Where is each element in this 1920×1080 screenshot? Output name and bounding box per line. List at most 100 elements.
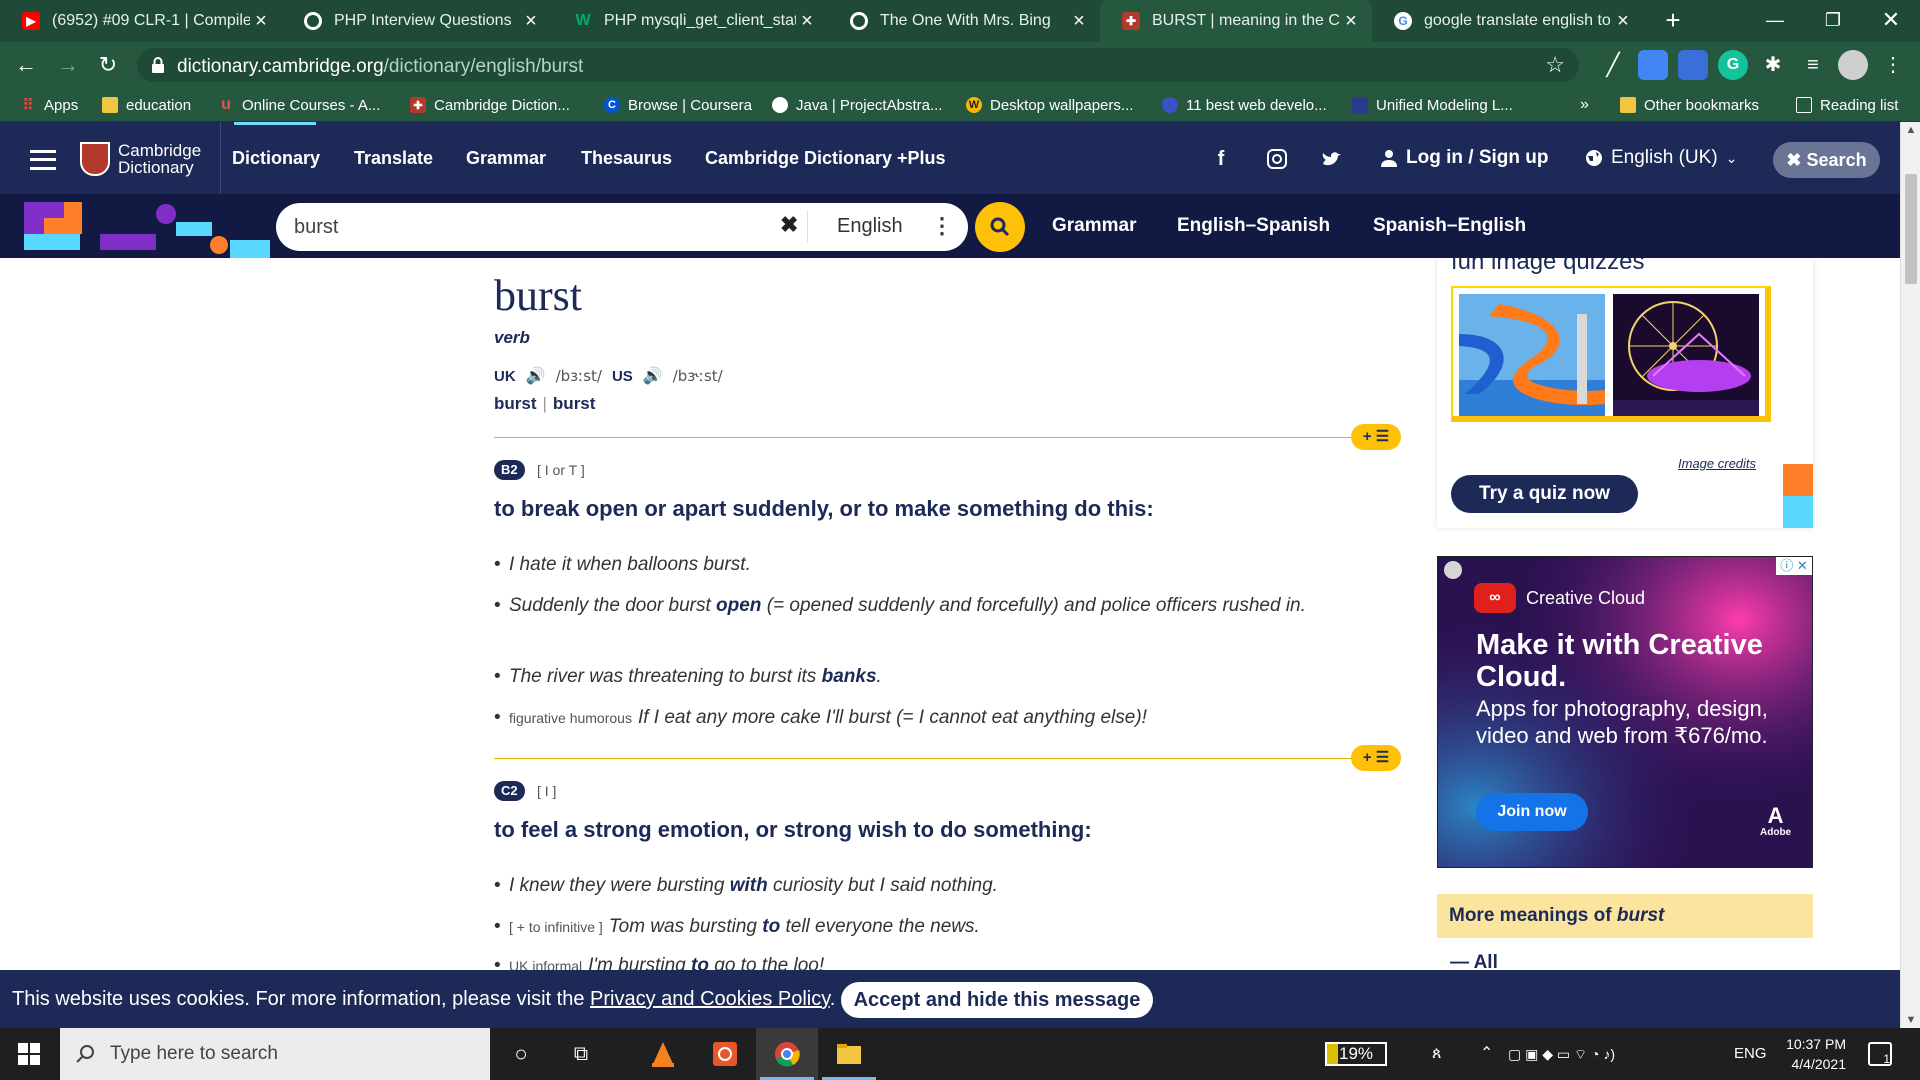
tab-cambridge-burst[interactable]: ✚ BURST | meaning in the Cam ×	[1100, 0, 1372, 42]
forward-button[interactable]: →	[52, 49, 84, 81]
quiz-images[interactable]	[1451, 286, 1771, 422]
media-control-icon[interactable]: ≡	[1798, 50, 1828, 80]
search-input[interactable]	[294, 209, 774, 245]
reload-button[interactable]: ↻	[92, 49, 124, 81]
bookmark-education[interactable]: education	[102, 88, 191, 122]
login-signup-link[interactable]: Log in / Sign up	[1380, 122, 1548, 194]
privacy-policy-link[interactable]: Privacy and Cookies Policy	[590, 988, 830, 1010]
close-tab-icon[interactable]: ×	[1612, 10, 1634, 33]
accept-cookies-button[interactable]: Accept and hide this message	[841, 982, 1153, 1018]
bookmark-wallpapers[interactable]: W Desktop wallpapers...	[966, 88, 1133, 122]
page-scrollbar[interactable]: ▲ ▼	[1900, 122, 1920, 1028]
chrome-taskbar-icon[interactable]	[756, 1028, 818, 1080]
codeblocks-icon[interactable]	[694, 1028, 756, 1080]
close-tab-icon[interactable]: ×	[1068, 10, 1090, 33]
try-quiz-button[interactable]: Try a quiz now	[1451, 475, 1638, 513]
people-icon[interactable]: ጰ	[1432, 1028, 1442, 1080]
dictionary-selector[interactable]: English	[837, 215, 903, 238]
us-audio-speaker-icon[interactable]: 🔊	[643, 366, 663, 386]
ad-choices-icon[interactable]	[1444, 561, 1462, 579]
scrollbar-thumb[interactable]	[1905, 174, 1917, 284]
nav-dictionary[interactable]: Dictionary	[232, 122, 320, 194]
globe-icon	[1162, 97, 1178, 113]
vlc-icon[interactable]	[632, 1028, 694, 1080]
extension-calendar-icon[interactable]	[1678, 50, 1708, 80]
taskbar-clock[interactable]: 10:37 PM 4/4/2021	[1776, 1034, 1846, 1074]
tab-php-interview[interactable]: PHP Interview Questions ×	[282, 0, 552, 42]
tab-google-translate[interactable]: G google translate english to g ×	[1372, 0, 1644, 42]
nav-thesaurus[interactable]: Thesaurus	[581, 122, 672, 194]
tab-w3schools[interactable]: W PHP mysqli_get_client_stats() ×	[552, 0, 828, 42]
nav-translate[interactable]: Translate	[354, 122, 433, 194]
input-language[interactable]: ENG	[1734, 1028, 1767, 1080]
link-english-spanish[interactable]: English–Spanish	[1177, 194, 1330, 258]
reading-list[interactable]: Reading list	[1796, 88, 1898, 122]
uk-audio-speaker-icon[interactable]: 🔊	[526, 366, 546, 386]
back-button[interactable]: ←	[10, 49, 42, 81]
hamburger-menu-icon[interactable]	[30, 150, 56, 170]
minimize-button[interactable]: —	[1746, 0, 1804, 42]
bookmark-coursera[interactable]: C Browse | Coursera	[604, 88, 752, 122]
ad-join-button[interactable]: Join now	[1476, 793, 1588, 831]
close-tab-icon[interactable]: ×	[1340, 10, 1362, 33]
add-to-wordlist-button[interactable]: + ☰	[1351, 424, 1401, 450]
language-selector[interactable]: English (UK) ⌄	[1585, 122, 1737, 194]
facebook-icon[interactable]: f	[1208, 146, 1234, 172]
extensions-puzzle-icon[interactable]: ✱	[1758, 50, 1788, 80]
restore-button[interactable]: ❐	[1804, 0, 1862, 42]
close-window-button[interactable]: ✕	[1862, 0, 1920, 42]
bookmark-star-icon[interactable]: ☆	[1545, 52, 1565, 78]
more-meanings-header: More meanings of burst	[1437, 894, 1813, 938]
twitter-icon[interactable]	[1319, 146, 1345, 172]
chrome-menu-icon[interactable]: ⋮	[1878, 50, 1908, 80]
close-tab-icon[interactable]: ×	[520, 10, 542, 33]
file-explorer-icon[interactable]	[818, 1028, 880, 1080]
bookmark-apps[interactable]: ⠿ Apps	[20, 88, 79, 122]
notification-center-icon[interactable]: 1	[1868, 1042, 1892, 1066]
all-meanings-link[interactable]: — All	[1450, 952, 1498, 970]
cambridge-logo[interactable]: Cambridge Dictionary	[80, 142, 201, 176]
link-spanish-english[interactable]: Spanish–English	[1373, 194, 1526, 258]
close-tab-icon[interactable]: ×	[796, 10, 818, 33]
search-submit-button[interactable]	[975, 202, 1025, 252]
nav-dictionary-plus[interactable]: Cambridge Dictionary +Plus	[705, 122, 946, 194]
close-tab-icon[interactable]: ×	[250, 10, 272, 33]
taskbar-search[interactable]: Type here to search	[60, 1028, 490, 1080]
bookmark-web-dev[interactable]: 11 best web develo...	[1162, 88, 1327, 122]
youtube-icon: ▶	[22, 12, 40, 30]
start-button[interactable]	[0, 1028, 58, 1080]
link-grammar[interactable]: Grammar	[1052, 194, 1137, 258]
bookmarks-overflow-button[interactable]: »	[1580, 88, 1589, 122]
task-view-icon[interactable]: ⧉	[550, 1028, 612, 1080]
cortana-icon[interactable]: ○	[490, 1028, 552, 1080]
extension-blue-icon[interactable]	[1638, 50, 1668, 80]
globe-icon	[1586, 150, 1602, 166]
battery-indicator[interactable]: 19%	[1325, 1042, 1387, 1066]
ad-info-close-icon[interactable]: ⓘ ✕	[1776, 557, 1812, 575]
scroll-down-arrow-icon[interactable]: ▼	[1901, 1014, 1920, 1026]
nav-grammar[interactable]: Grammar	[466, 122, 546, 194]
tab-youtube[interactable]: ▶ (6952) #09 CLR-1 | Compiler ×	[0, 0, 282, 42]
scroll-up-arrow-icon[interactable]: ▲	[1901, 124, 1920, 136]
advertisement[interactable]: ⓘ ✕ ∞ Creative Cloud Make it with Creati…	[1437, 556, 1813, 868]
bookmark-online-courses[interactable]: u Online Courses - A...	[218, 88, 380, 122]
omnibox[interactable]: dictionary.cambridge.org/dictionary/engl…	[137, 48, 1579, 82]
more-options-icon[interactable]: ⋮	[931, 213, 953, 239]
image-credits-link[interactable]: Image credits	[1678, 456, 1756, 471]
bookmark-cambridge[interactable]: ✚ Cambridge Diction...	[410, 88, 570, 122]
windows-logo-icon	[18, 1043, 40, 1065]
new-tab-button[interactable]: +	[1657, 5, 1689, 37]
bookmark-uml[interactable]: Unified Modeling L...	[1352, 88, 1513, 122]
clear-search-icon[interactable]: ✖	[780, 212, 798, 238]
search-toggle-button[interactable]: ✖ Search	[1773, 142, 1880, 178]
tray-overflow-icon[interactable]: ⌃	[1480, 1028, 1493, 1080]
instagram-icon[interactable]	[1264, 146, 1290, 172]
bookmark-java[interactable]: Java | ProjectAbstra...	[772, 88, 942, 122]
grammarly-icon[interactable]: G	[1718, 50, 1748, 80]
add-to-wordlist-button[interactable]: + ☰	[1351, 745, 1401, 771]
tray-icons[interactable]: ▢ ▣ ◆ ▭ ⌔ ◔ ♪)	[1508, 1028, 1615, 1080]
other-bookmarks[interactable]: Other bookmarks	[1620, 88, 1759, 122]
pen-extension-icon[interactable]: ╱	[1598, 50, 1628, 80]
tab-mrs-bing[interactable]: The One With Mrs. Bing ×	[828, 0, 1100, 42]
profile-avatar[interactable]	[1838, 50, 1868, 80]
